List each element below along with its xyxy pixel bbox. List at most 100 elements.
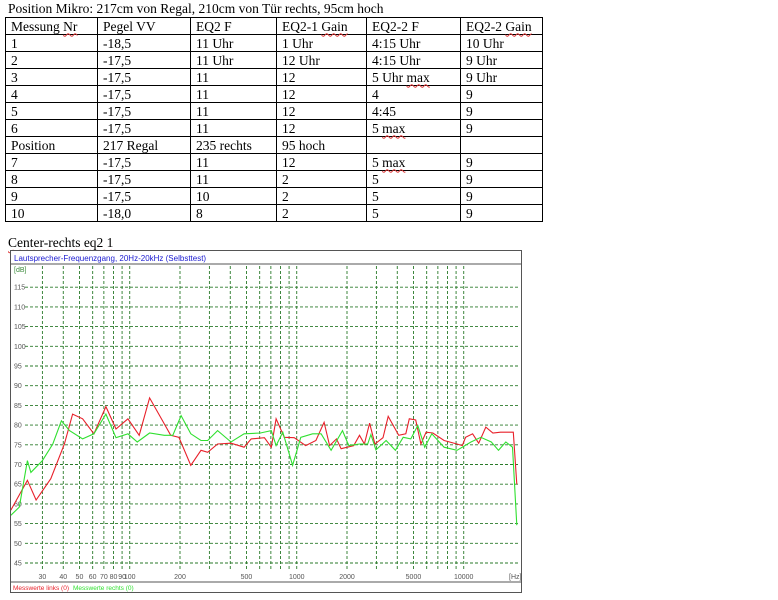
x-tick-label: 100	[124, 574, 136, 581]
table-cell: EQ2-2 Gain	[460, 17, 543, 35]
table-cell: 6	[5, 119, 98, 137]
table-cell: 5 Uhr max	[366, 68, 461, 86]
table-cell: 9	[460, 170, 543, 188]
y-tick-label: 65	[14, 482, 22, 489]
table-row: Position 217 Regal 235 rechts 95 hoch	[5, 136, 543, 154]
table-cell: Messung Nr	[5, 17, 98, 35]
x-tick-label: 1000	[289, 574, 305, 581]
table-cell	[460, 136, 543, 154]
chart-caption: Center-rechts eq2 1	[8, 235, 113, 251]
table-cell: 2	[276, 204, 367, 222]
table-cell: 12	[276, 68, 367, 86]
table-cell: -17,5	[97, 119, 191, 137]
table-cell: 10	[190, 187, 277, 205]
table-cell: 1	[5, 34, 98, 52]
table-row: 9 -17,5 10 2 5 9	[5, 187, 543, 205]
x-tick-label: 40	[59, 574, 67, 581]
x-tick-label: 200	[174, 574, 186, 581]
table-header-row: Messung Nr Pegel VV EQ2 F EQ2-1 Gain EQ2-2 F…	[5, 17, 543, 35]
table-cell: 1 Uhr	[276, 34, 367, 52]
table-cell: 12	[276, 153, 367, 171]
table-cell: 12	[276, 119, 367, 137]
table-cell: 5 max	[366, 153, 461, 171]
table-cell: Pegel VV	[97, 17, 191, 35]
table-cell: 9	[460, 187, 543, 205]
table-cell: -17,5	[97, 153, 191, 171]
table-cell: -17,5	[97, 102, 191, 120]
x-tick-label: 50	[76, 574, 84, 581]
chart-title: Lautsprecher-Frequenzgang, 20Hz-20kHz (S…	[14, 254, 206, 263]
series-line-links	[11, 396, 518, 511]
table-cell	[366, 136, 461, 154]
table-cell: 8	[190, 204, 277, 222]
table-cell: 2	[5, 51, 98, 69]
table-cell: EQ2-1 Gain	[276, 17, 367, 35]
y-tick-label: 70	[14, 462, 22, 469]
table-row: 8 -17,5 11 2 5 9	[5, 170, 543, 188]
x-tick-label: 10000	[454, 574, 474, 581]
table-cell: 11 Uhr	[190, 34, 277, 52]
table-cell: -17,5	[97, 51, 191, 69]
table-cell: 9	[460, 153, 543, 171]
table-cell: 9	[460, 119, 543, 137]
table-cell: 4	[366, 85, 461, 103]
table-cell: 11 Uhr	[190, 51, 277, 69]
table-cell: 4:15 Uhr	[366, 51, 461, 69]
table-cell: 9 Uhr	[460, 51, 543, 69]
x-tick-label: 80	[110, 574, 118, 581]
table-row: 2 -17,5 11 Uhr 12 Uhr 4:15 Uhr 9 Uhr	[5, 51, 543, 69]
table-cell: 11	[190, 170, 277, 188]
y-axis-label: [dB]	[14, 267, 27, 274]
table-cell: 5 max	[366, 119, 461, 137]
table-cell: 10 Uhr	[460, 34, 543, 52]
table-cell: 217 Regal	[97, 136, 191, 154]
x-axis-label: [Hz]	[509, 574, 521, 581]
x-tick-label: 60	[89, 574, 97, 581]
legend-entry: Messwerte rechts (0)	[73, 585, 134, 592]
table-cell: 4:15 Uhr	[366, 34, 461, 52]
y-tick-label: 115	[14, 285, 25, 292]
table-cell: 2	[276, 187, 367, 205]
table-cell: -18,5	[97, 34, 191, 52]
table-cell: 10	[5, 204, 98, 222]
frequency-response-chart: Lautsprecher-Frequenzgang, 20Hz-20kHz (S…	[10, 250, 522, 593]
table-row: 5 -17,5 11 12 4:45 9	[5, 102, 543, 120]
y-tick-label: 105	[14, 324, 26, 331]
table-cell: 4	[5, 85, 98, 103]
y-tick-label: 45	[14, 561, 22, 568]
table-cell: 7	[5, 153, 98, 171]
y-tick-label: 50	[14, 541, 22, 548]
table-cell: 9	[460, 204, 543, 222]
table-cell: 2	[276, 170, 367, 188]
table-row: 4 -17,5 11 12 4 9	[5, 85, 543, 103]
table-row: 10 -18,0 8 2 5 9	[5, 204, 543, 222]
x-tick-label: 2000	[339, 574, 355, 581]
measurement-table: Messung Nr Pegel VV EQ2 F EQ2-1 Gain EQ2-2 F…	[5, 17, 543, 222]
table-cell: 12 Uhr	[276, 51, 367, 69]
table-cell: -17,5	[97, 187, 191, 205]
y-tick-label: 75	[14, 442, 22, 449]
y-tick-label: 90	[14, 383, 22, 390]
table-cell: 95 hoch	[276, 136, 367, 154]
table-cell: -17,5	[97, 170, 191, 188]
table-row: 7 -17,5 11 12 5 max 9	[5, 153, 543, 171]
legend-entry: Messwerte links (0)	[13, 585, 69, 592]
y-tick-label: 80	[14, 423, 22, 430]
x-tick-label: 5000	[406, 574, 422, 581]
table-row: 1 -18,5 11 Uhr 1 Uhr 4:15 Uhr 10 Uhr	[5, 34, 543, 52]
table-cell: 3	[5, 68, 98, 86]
y-tick-label: 110	[14, 304, 25, 311]
chart-svg: Lautsprecher-Frequenzgang, 20Hz-20kHz (S…	[11, 254, 522, 592]
position-title: Position Mikro: 217cm von Regal, 210cm v…	[8, 1, 384, 16]
table-row: 6 -17,5 11 12 5 max 9	[5, 119, 543, 137]
table-cell: 5	[366, 170, 461, 188]
chart-caption-text: Center-rechts eq2 1	[8, 235, 114, 250]
table-cell: 5	[366, 204, 461, 222]
y-tick-label: 55	[14, 521, 22, 528]
y-tick-label: 100	[14, 344, 26, 351]
table-cell: 4:45	[366, 102, 461, 120]
table-cell: 11	[190, 102, 277, 120]
table-cell: 11	[190, 153, 277, 171]
table-cell: 11	[190, 119, 277, 137]
table-cell: -17,5	[97, 68, 191, 86]
